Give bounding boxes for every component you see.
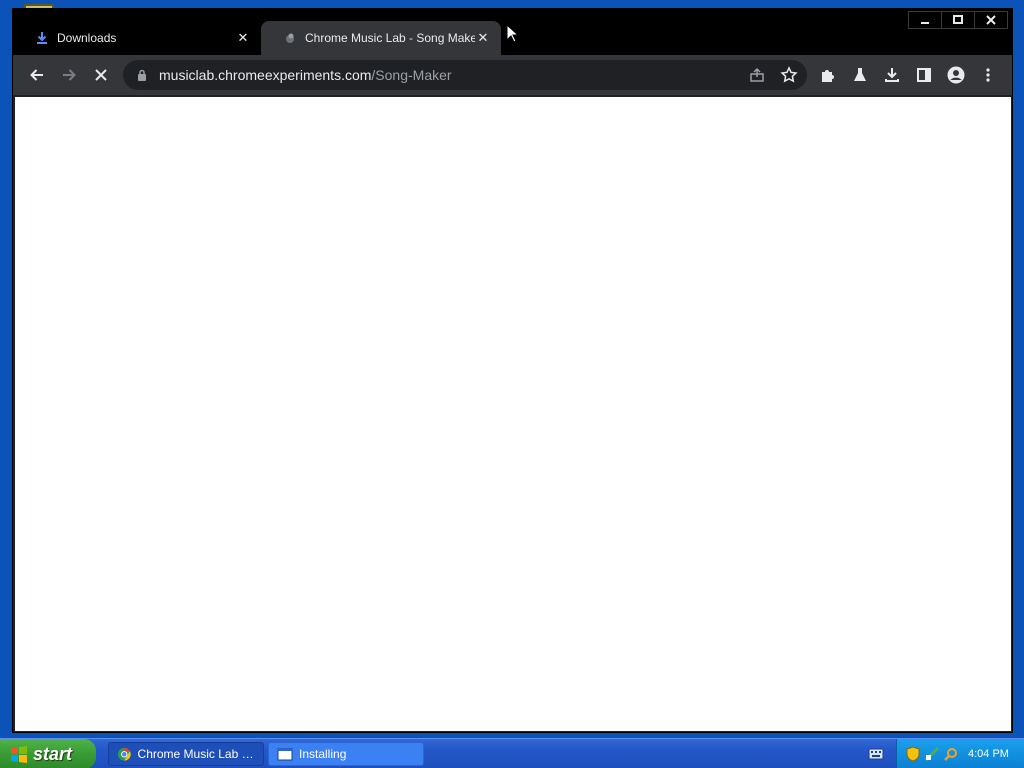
close-icon [986, 15, 996, 25]
stop-icon [95, 69, 107, 81]
url-path: /Song-Maker [371, 67, 452, 83]
flask-icon [854, 68, 866, 81]
start-label: start [33, 743, 73, 764]
extensions-button[interactable] [816, 63, 840, 87]
bookmark-button[interactable] [777, 63, 801, 87]
search-icon[interactable] [943, 746, 959, 762]
window-controls [908, 11, 1008, 29]
forward-button[interactable] [57, 63, 81, 87]
profile-button[interactable] [944, 63, 968, 87]
system-tray: 4:04 PM [896, 739, 1024, 768]
minimize-button[interactable] [908, 11, 942, 29]
back-button[interactable] [25, 63, 49, 87]
url-host: musiclab.chromeexperiments.com [159, 67, 372, 83]
download-icon [885, 68, 899, 82]
window-icon [277, 746, 293, 762]
close-tab-icon[interactable]: ✕ [235, 30, 251, 46]
side-panel-button[interactable] [912, 63, 936, 87]
browser-window: Downloads ✕ Chrome Music Lab - Song Make… [12, 8, 1013, 733]
windows-logo-icon [11, 746, 27, 763]
downloads-button[interactable] [880, 63, 904, 87]
omnibox-actions [737, 63, 801, 87]
maximize-icon [953, 15, 963, 24]
forward-arrow-icon [63, 69, 76, 81]
browser-toolbar: musiclab.chromeexperiments.com/Song-Make… [13, 55, 1012, 95]
side-panel-icon [917, 68, 931, 82]
tab-title: Downloads [57, 31, 117, 45]
taskbar-item-label: Installing [299, 747, 347, 761]
menu-button[interactable] [976, 63, 1000, 87]
keyboard-icon[interactable] [868, 747, 884, 761]
clock: 4:04 PM [968, 748, 1009, 760]
taskbar: start Chrome Music Lab - S... Installing… [0, 738, 1024, 768]
tab-title: Chrome Music Lab - Song Maker [305, 31, 475, 45]
mouse-cursor-icon [506, 24, 518, 43]
start-button[interactable]: start [0, 739, 96, 768]
tab-downloads[interactable]: Downloads ✕ [13, 21, 261, 55]
stop-loading-button[interactable] [89, 63, 113, 87]
download-icon [35, 31, 49, 45]
page-content[interactable] [15, 97, 1011, 731]
tab-song-maker[interactable]: Chrome Music Lab - Song Maker ✕ [261, 21, 501, 55]
address-bar[interactable]: musiclab.chromeexperiments.com/Song-Make… [123, 60, 807, 90]
share-button[interactable] [745, 63, 769, 87]
close-window-button[interactable] [974, 11, 1008, 29]
avatar-icon [947, 66, 965, 84]
share-icon [750, 67, 764, 82]
star-icon [780, 66, 798, 83]
taskbar-item-label: Chrome Music Lab - S... [137, 747, 255, 761]
minimize-icon [921, 22, 929, 24]
taskbar-item-chrome[interactable]: Chrome Music Lab - S... [108, 742, 264, 766]
labs-button[interactable] [848, 63, 872, 87]
music-lab-icon [283, 31, 297, 45]
close-tab-icon[interactable]: ✕ [475, 30, 491, 46]
network-icon[interactable] [924, 746, 940, 762]
back-arrow-icon [30, 69, 43, 81]
taskbar-item-installing[interactable]: Installing [268, 742, 424, 766]
chrome-icon [117, 746, 132, 762]
security-shield-icon[interactable] [905, 746, 921, 762]
puzzle-icon [822, 70, 834, 82]
maximize-button[interactable] [941, 11, 975, 29]
lock-icon[interactable] [135, 68, 149, 82]
more-vert-icon [986, 68, 990, 82]
